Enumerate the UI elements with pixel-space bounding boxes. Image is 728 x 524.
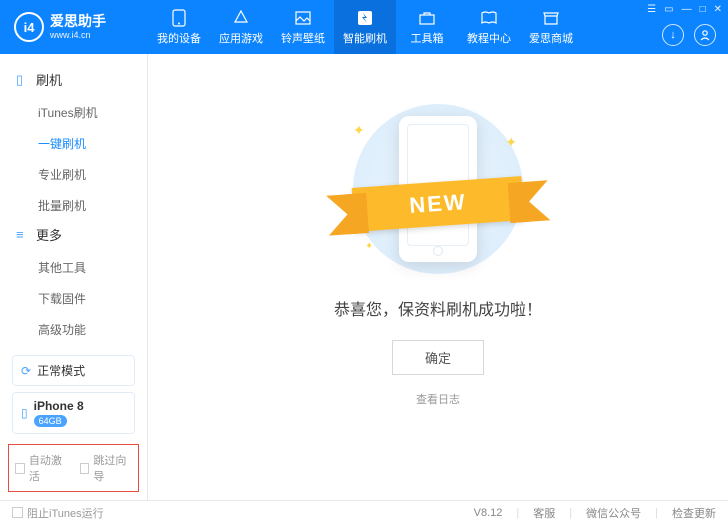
more-icon: ≡ [16,227,30,242]
view-log-link[interactable]: 查看日志 [148,391,728,407]
skin-icon[interactable]: ▭ [664,4,673,15]
image-icon [294,9,312,27]
success-illustration: ✦ ✦ ✦ NEW [313,104,563,274]
sidebar-section-more: ≡更多 [0,221,147,248]
tab-apps[interactable]: 应用游戏 [210,0,272,54]
sidebar-item-pro[interactable]: 专业刷机 [0,159,147,190]
sidebar: ▯刷机 iTunes刷机 一键刷机 专业刷机 批量刷机 ≡更多 其他工具 下载固… [0,54,148,500]
opt-auto-activate[interactable]: 自动激活 [15,452,68,484]
download-icon[interactable]: ↓ [662,24,684,46]
version-label: V8.12 [474,507,503,519]
device-mode[interactable]: ⟳ 正常模式 [12,355,135,386]
phone-icon: ▯ [21,406,28,420]
tab-tools[interactable]: 工具箱 [396,0,458,54]
menu-icon[interactable]: ☰ [647,4,656,15]
sidebar-item-firmware[interactable]: 下载固件 [0,283,147,314]
success-message: 恭喜您，保资料刷机成功啦！ [148,296,728,320]
ok-button[interactable]: 确定 [392,340,484,375]
app-title: 爱思助手 [50,14,106,29]
logo[interactable]: i4 爱思助手 www.i4.cn [0,12,148,42]
phone-icon: ▯ [16,72,30,88]
sidebar-item-advanced[interactable]: 高级功能 [0,314,147,345]
footer: 阻止iTunes运行 V8.12| 客服| 微信公众号| 检查更新 [0,500,728,524]
main-tabs: 我的设备 应用游戏 铃声壁纸 智能刷机 工具箱 教程中心 爱思商城 [148,0,582,54]
logo-icon: i4 [14,12,44,42]
apps-icon [232,9,250,27]
flash-icon [356,9,374,27]
flash-options: 自动激活 跳过向导 [8,444,139,492]
device-panel: ⟳ 正常模式 ▯ iPhone 864GB [0,355,147,440]
window-controls: ☰ ▭ — □ ✕ [647,4,722,15]
tab-flash[interactable]: 智能刷机 [334,0,396,54]
toolbox-icon [418,9,436,27]
tab-ringtones[interactable]: 铃声壁纸 [272,0,334,54]
store-icon [542,9,560,27]
sidebar-item-other[interactable]: 其他工具 [0,252,147,283]
sidebar-section-flash: ▯刷机 [0,66,147,93]
opt-skip-guide[interactable]: 跳过向导 [80,452,133,484]
header-right: ↓ [662,24,716,46]
support-link[interactable]: 客服 [533,505,555,521]
close-icon[interactable]: ✕ [714,4,722,15]
sidebar-item-itunes[interactable]: iTunes刷机 [0,97,147,128]
tab-my-device[interactable]: 我的设备 [148,0,210,54]
refresh-icon: ⟳ [21,364,31,378]
wechat-link[interactable]: 微信公众号 [586,505,641,521]
sidebar-item-oneclick[interactable]: 一键刷机 [0,128,147,159]
maximize-icon[interactable]: □ [700,4,706,15]
checkbox-icon [15,463,25,474]
checkbox-icon [12,507,23,518]
update-link[interactable]: 检查更新 [672,505,716,521]
header: i4 爱思助手 www.i4.cn 我的设备 应用游戏 铃声壁纸 智能刷机 工具… [0,0,728,54]
storage-badge: 64GB [34,415,67,427]
opt-block-itunes[interactable]: 阻止iTunes运行 [12,505,104,521]
book-icon [480,9,498,27]
tab-store[interactable]: 爱思商城 [520,0,582,54]
main-content: ✦ ✦ ✦ NEW 恭喜您，保资料刷机成功啦！ 确定 查看日志 [148,54,728,500]
phone-icon [170,9,188,27]
user-icon[interactable] [694,24,716,46]
app-url: www.i4.cn [50,30,106,40]
sidebar-item-batch[interactable]: 批量刷机 [0,190,147,221]
tab-tutorials[interactable]: 教程中心 [458,0,520,54]
device-info[interactable]: ▯ iPhone 864GB [12,392,135,434]
checkbox-icon [80,463,90,474]
minimize-icon[interactable]: — [682,4,692,15]
